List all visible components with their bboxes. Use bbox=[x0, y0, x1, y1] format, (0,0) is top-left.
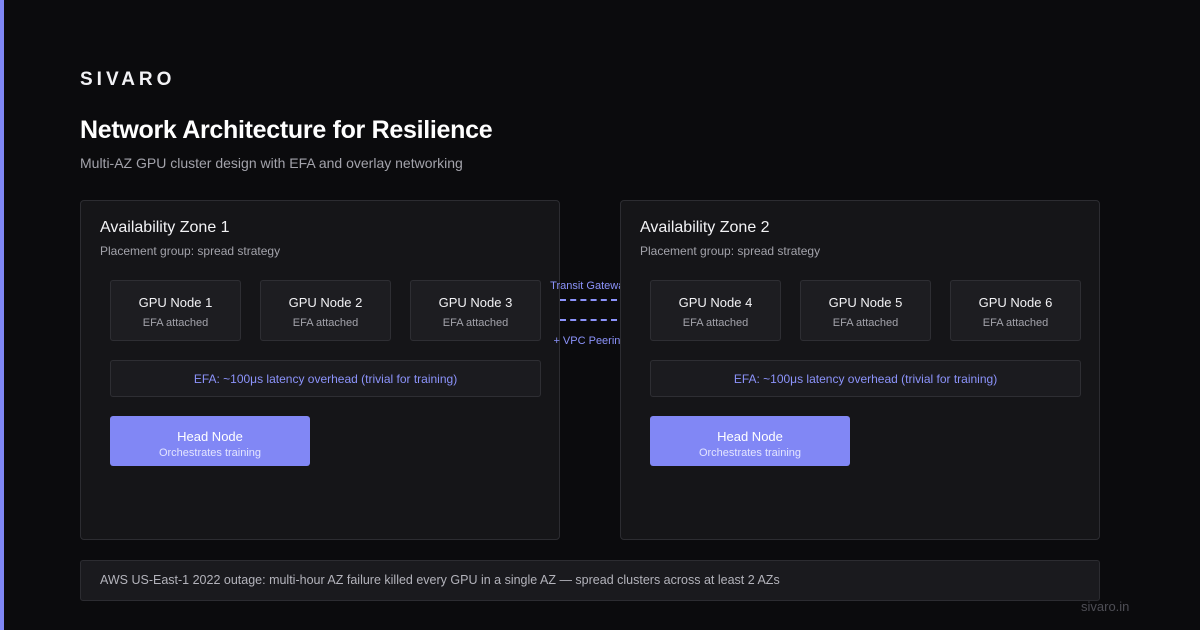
gpu-node-name: GPU Node 5 bbox=[828, 295, 903, 310]
outage-callout: AWS US-East-1 2022 outage: multi-hour AZ… bbox=[80, 560, 1100, 601]
head-node-description: Orchestrates training bbox=[698, 447, 802, 459]
gpu-node-status: EFA attached bbox=[982, 317, 1049, 329]
head-node-description: Orchestrates training bbox=[158, 447, 262, 459]
gpu-node-status: EFA attached bbox=[292, 317, 359, 329]
head-node-title: Head Node bbox=[717, 429, 783, 444]
gpu-node-3: GPU Node 3 EFA attached bbox=[410, 280, 541, 341]
site-domain: sivaro.in bbox=[1081, 599, 1130, 614]
head-node-title: Head Node bbox=[177, 429, 243, 444]
inter-az-link-line bbox=[560, 319, 617, 321]
page-title: Network Architecture for Resilience bbox=[80, 116, 493, 144]
gpu-node-status: EFA attached bbox=[832, 317, 899, 329]
accent-bar bbox=[0, 0, 4, 630]
gpu-node-1: GPU Node 1 EFA attached bbox=[110, 280, 241, 341]
outage-callout-text: AWS US-East-1 2022 outage: multi-hour AZ… bbox=[100, 573, 780, 587]
zone-title: Availability Zone 1 bbox=[100, 219, 230, 236]
efa-latency-note: EFA: ~100μs latency overhead (trivial fo… bbox=[110, 360, 541, 397]
efa-latency-note: EFA: ~100μs latency overhead (trivial fo… bbox=[650, 360, 1081, 397]
zone-placement-label: Placement group: spread strategy bbox=[100, 244, 281, 258]
gpu-node-name: GPU Node 2 bbox=[288, 295, 363, 310]
gpu-node-status: EFA attached bbox=[142, 317, 209, 329]
brand-logo: SIVARO bbox=[80, 69, 176, 90]
zone-placement-label: Placement group: spread strategy bbox=[640, 244, 821, 258]
inter-az-link-line bbox=[560, 299, 617, 301]
gpu-node-status: EFA attached bbox=[442, 317, 509, 329]
gpu-node-status: EFA attached bbox=[682, 317, 749, 329]
gpu-node-4: GPU Node 4 EFA attached bbox=[650, 280, 781, 341]
page-subtitle: Multi-AZ GPU cluster design with EFA and… bbox=[80, 155, 463, 171]
head-node: Head Node Orchestrates training bbox=[110, 416, 310, 466]
head-node: Head Node Orchestrates training bbox=[650, 416, 850, 466]
availability-zone-2-panel: Availability Zone 2 Placement group: spr… bbox=[620, 200, 1100, 540]
gpu-node-name: GPU Node 6 bbox=[978, 295, 1053, 310]
gpu-node-6: GPU Node 6 EFA attached bbox=[950, 280, 1081, 341]
gpu-node-name: GPU Node 4 bbox=[678, 295, 753, 310]
availability-zone-1-panel: Availability Zone 1 Placement group: spr… bbox=[80, 200, 560, 540]
gpu-node-2: GPU Node 2 EFA attached bbox=[260, 280, 391, 341]
gpu-node-5: GPU Node 5 EFA attached bbox=[800, 280, 931, 341]
gpu-node-name: GPU Node 3 bbox=[438, 295, 513, 310]
zone-title: Availability Zone 2 bbox=[640, 219, 770, 236]
gpu-node-name: GPU Node 1 bbox=[138, 295, 213, 310]
